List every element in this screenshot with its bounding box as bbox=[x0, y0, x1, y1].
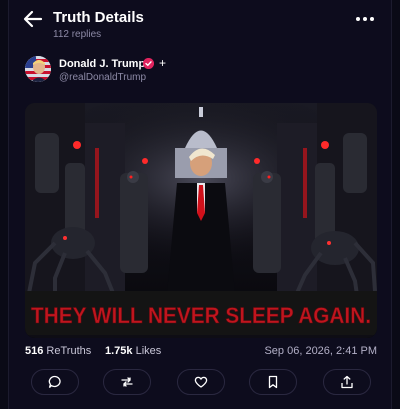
likes-count: 1.75k bbox=[105, 345, 133, 357]
share-button[interactable] bbox=[323, 369, 371, 395]
bookmark-icon bbox=[268, 375, 278, 389]
likes-label: Likes bbox=[135, 345, 162, 357]
post-author[interactable]: Donald J. Trump + @realDonaldTrump bbox=[25, 56, 355, 86]
page-header: Truth Details 112 replies bbox=[9, 0, 391, 46]
reply-icon bbox=[48, 375, 61, 388]
verified-badge-icon bbox=[143, 58, 154, 69]
like-button[interactable] bbox=[177, 369, 225, 395]
likes-stat[interactable]: 1.75k Likes bbox=[105, 345, 161, 357]
image-caption: THEY WILL NEVER SLEEP AGAIN. bbox=[31, 303, 371, 328]
retruths-label: ReTruths bbox=[46, 345, 92, 357]
share-icon bbox=[341, 375, 353, 389]
retruths-stat[interactable]: 516 ReTruths bbox=[25, 345, 91, 357]
retruth-icon bbox=[121, 377, 133, 387]
retruths-count: 516 bbox=[25, 345, 44, 357]
plus-badge-icon: + bbox=[159, 56, 167, 70]
post-image[interactable]: THEY WILL NEVER SLEEP AGAIN. bbox=[25, 103, 377, 338]
more-options-icon[interactable] bbox=[353, 10, 377, 28]
replies-count: 112 replies bbox=[53, 29, 102, 40]
reply-button[interactable] bbox=[31, 369, 79, 395]
author-handle[interactable]: @realDonaldTrump bbox=[59, 72, 146, 83]
bookmark-button[interactable] bbox=[249, 369, 297, 395]
author-name[interactable]: Donald J. Trump bbox=[59, 58, 145, 70]
avatar[interactable] bbox=[25, 56, 51, 82]
truth-details-panel: Truth Details 112 replies Donald J. Trum… bbox=[8, 0, 392, 409]
page-title: Truth Details bbox=[53, 9, 144, 26]
retruth-button[interactable] bbox=[103, 369, 151, 395]
back-arrow-icon[interactable] bbox=[23, 10, 43, 28]
action-bar bbox=[25, 369, 385, 397]
post-timestamp: Sep 06, 2026, 2:41 PM bbox=[264, 345, 377, 357]
like-heart-icon bbox=[194, 376, 208, 388]
